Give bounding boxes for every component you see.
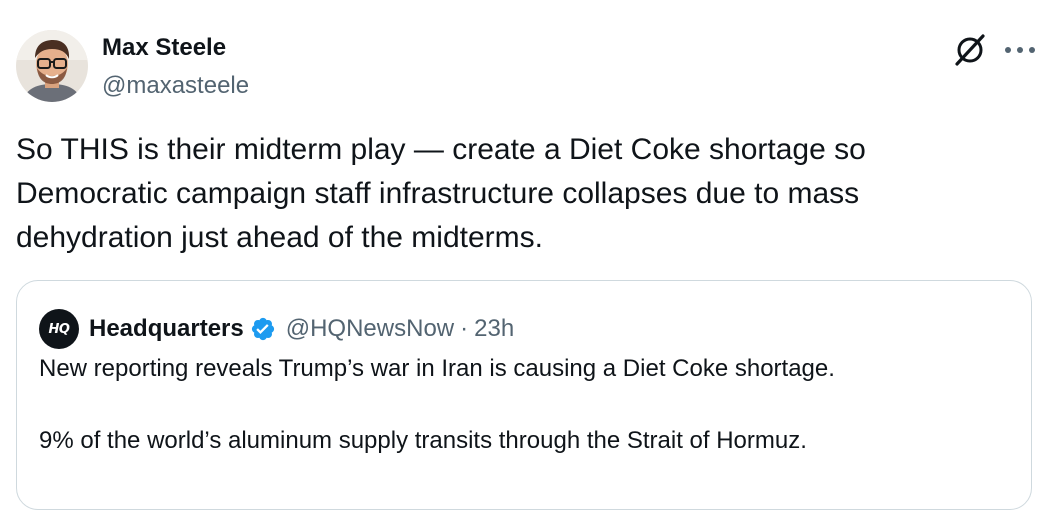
- more-horizontal-icon[interactable]: [1000, 38, 1040, 62]
- quoted-author-name[interactable]: Headquarters: [89, 315, 244, 343]
- separator-dot: ·: [460, 315, 469, 342]
- quoted-author-handle[interactable]: @HQNewsNow: [286, 315, 454, 343]
- quoted-tweet-header: Headquarters @HQNewsNow · 23h: [89, 309, 514, 349]
- quoted-tweet-card[interactable]: HQ Headquarters @HQNewsNow · 23h New rep…: [16, 280, 1032, 510]
- avatar-image: [16, 30, 88, 102]
- avatar[interactable]: [16, 30, 88, 102]
- quoted-tweet-paragraph: 9% of the world’s aluminum supply transi…: [39, 427, 807, 454]
- quoted-tweet-time[interactable]: 23h: [474, 315, 514, 343]
- quoted-author-avatar[interactable]: HQ: [39, 309, 79, 349]
- tweet-text: So THIS is their midterm play — create a…: [16, 133, 875, 254]
- author-handle[interactable]: @maxasteele: [102, 71, 249, 101]
- verified-badge-icon: [250, 316, 276, 342]
- quoted-author-logo-text: HQ: [48, 321, 70, 337]
- tweet: Max Steele @maxasteele So THIS is their …: [0, 0, 1058, 510]
- quoted-tweet-text: New reporting reveals Trump’s war in Ira…: [39, 351, 1009, 459]
- quoted-tweet-paragraph: New reporting reveals Trump’s war in Ira…: [39, 355, 835, 382]
- author-name[interactable]: Max Steele: [102, 33, 226, 63]
- grok-icon[interactable]: [953, 33, 987, 67]
